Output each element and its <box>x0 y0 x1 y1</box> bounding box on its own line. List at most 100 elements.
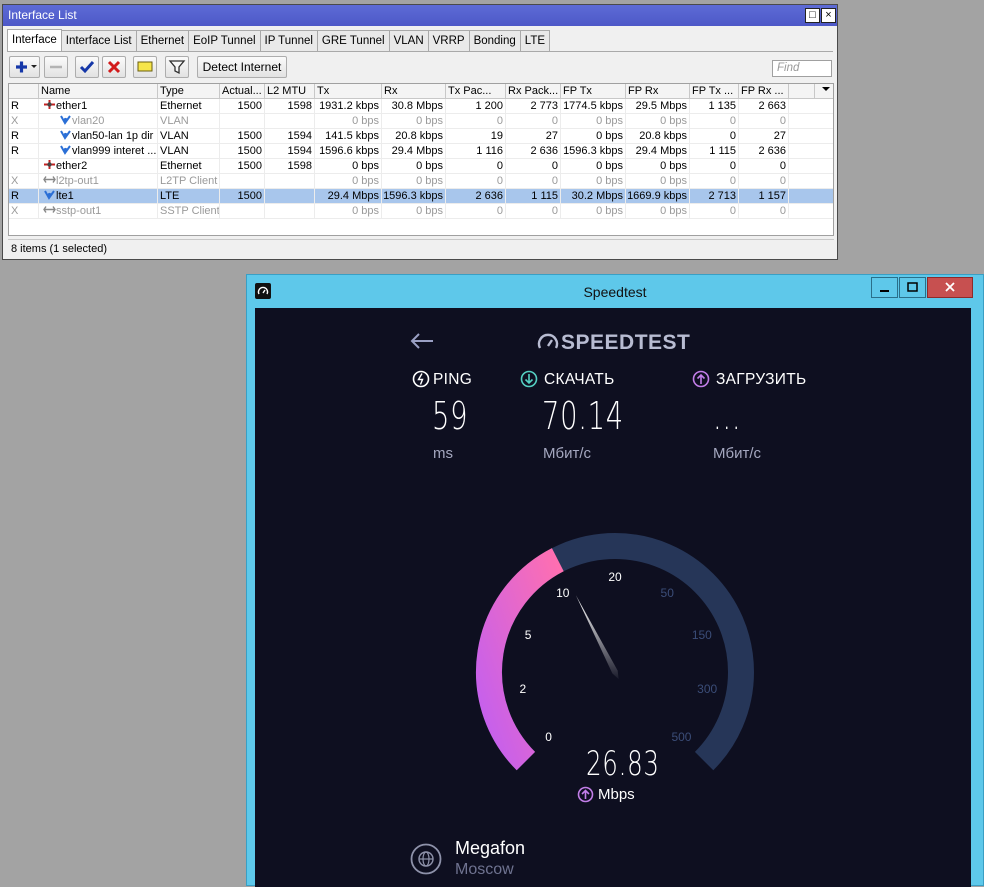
close-button[interactable] <box>927 277 973 298</box>
col-rx-packets[interactable]: Rx Pack... <box>506 84 561 99</box>
col-fp-tx-packets[interactable]: FP Tx ... <box>690 84 739 99</box>
filter-button[interactable] <box>165 56 189 78</box>
cell-fptxp: 0 <box>729 130 736 142</box>
find-input[interactable]: Find <box>772 60 832 77</box>
columns-dropdown-icon[interactable] <box>815 84 833 99</box>
gauge-tick-label: 150 <box>691 628 712 643</box>
column-separator <box>788 99 789 219</box>
col-fp-rx[interactable]: FP Rx <box>626 84 690 99</box>
col-tx-packets[interactable]: Tx Pac... <box>446 84 506 99</box>
speedtest-content: SPEEDTEST PING 59 ms СКАЧАТЬ 70.14 Мбит/… <box>255 308 971 887</box>
table-row[interactable]: Rlte1 LTE 1500 29.4 Mbps 1596.3 kbps 2 636 1 1… <box>9 189 833 204</box>
remove-button[interactable] <box>44 56 68 78</box>
cell-mtu <box>220 174 265 189</box>
column-separator <box>625 99 626 219</box>
table-row[interactable]: Rvlan50-lan 1p dir VLAN 1500 1594 141.5 kbps… <box>9 129 833 144</box>
tab-ethernet[interactable]: Ethernet <box>135 30 190 51</box>
tab-ip-tunnel[interactable]: IP Tunnel <box>259 30 318 51</box>
col-l2-mtu[interactable]: L2 MTU <box>265 84 315 99</box>
cell-fprxp: 0 <box>779 205 786 217</box>
gauge-tick-label: 5 <box>524 628 532 643</box>
vlan-icon <box>59 130 72 142</box>
table-row[interactable]: Xl2tp-out1 L2TP Client 0 bps 0 bps 0 0 0 bps 0 … <box>9 174 833 189</box>
gauge-tick-label: 500 <box>671 730 692 745</box>
current-upload-icon <box>577 786 594 803</box>
tab-gre-tunnel[interactable]: GRE Tunnel <box>316 30 390 51</box>
tab-bar: Interface Interface List Ethernet EoIP Tunn… <box>7 29 551 52</box>
tab-eoip-tunnel[interactable]: EoIP Tunnel <box>188 30 261 51</box>
lte-icon <box>43 190 56 202</box>
table-row[interactable]: Rether1 Ethernet 1500 1598 1931.2 kbps 30.8 M… <box>9 99 833 114</box>
table-row[interactable]: Xvlan20 VLAN 0 bps 0 bps 0 0 0 bps 0 bps 0 0 <box>9 114 833 129</box>
cell-txp: 1 116 <box>476 145 503 157</box>
close-button[interactable]: × <box>821 8 836 23</box>
cell-rxp: 0 <box>551 205 558 217</box>
tab-vrrp[interactable]: VRRP <box>427 30 470 51</box>
maximize-icon <box>907 282 918 292</box>
cell-rx: 0 bps <box>416 205 443 217</box>
disable-button[interactable] <box>102 56 126 78</box>
comment-button[interactable] <box>133 56 157 78</box>
gauge-tick-label: 10 <box>556 585 570 600</box>
cell-txp: 2 636 <box>475 190 503 202</box>
tab-interface[interactable]: Interface <box>7 29 62 52</box>
cell-txp: 0 <box>496 205 503 217</box>
cell-l2mtu: 1594 <box>287 145 312 157</box>
col-type[interactable]: Type <box>158 84 220 99</box>
maximize-button[interactable]: □ <box>805 8 820 23</box>
table-row[interactable]: Rvlan999 interet ... VLAN 1500 1594 1596.6 k… <box>9 144 833 159</box>
cell-type: LTE <box>160 190 180 202</box>
cell-tx: 0 bps <box>352 175 379 187</box>
tab-vlan[interactable]: VLAN <box>388 30 429 51</box>
window-titlebar[interactable]: Interface List <box>3 5 837 26</box>
provider-name: Megafon <box>455 838 526 858</box>
cell-name-text: lte1 <box>56 190 74 202</box>
cell-fptx: 0 bps <box>596 115 623 127</box>
table-row[interactable]: Xsstp-out1 SSTP Client 0 bps 0 bps 0 0 0 bps 0 … <box>9 204 833 219</box>
cell-fprx: 29.4 Mbps <box>635 145 687 157</box>
globe-icon <box>410 843 442 875</box>
tab-lte[interactable]: LTE <box>519 30 551 51</box>
maximize-button[interactable] <box>899 277 926 298</box>
cell-tx: 0 bps <box>352 205 379 217</box>
cell-mtu: 1500 <box>237 130 262 142</box>
col-spacer <box>789 84 815 99</box>
tab-bonding[interactable]: Bonding <box>468 30 521 51</box>
speedtest-app-icon <box>255 283 271 299</box>
cell-rxp: 0 <box>551 175 558 187</box>
column-separator <box>738 99 739 219</box>
cell-fprx: 0 bps <box>660 205 687 217</box>
cell-fptx: 0 bps <box>596 130 623 142</box>
cell-rxp: 2 773 <box>530 100 558 112</box>
col-name[interactable]: Name <box>39 84 158 99</box>
col-fp-rx-packets[interactable]: FP Rx ... <box>739 84 789 99</box>
add-button[interactable] <box>9 56 40 78</box>
provider-city: Moscow <box>455 861 514 878</box>
detect-internet-button[interactable]: Detect Internet <box>197 56 287 78</box>
column-separator <box>560 99 561 219</box>
col-flag[interactable] <box>9 84 39 99</box>
minimize-button[interactable] <box>871 277 898 298</box>
col-rx[interactable]: Rx <box>382 84 446 99</box>
col-actual-mtu[interactable]: Actual... <box>220 84 265 99</box>
interface-table: Name Type Actual... L2 MTU Tx Rx Tx Pac.… <box>8 83 834 236</box>
table-row[interactable]: ether2 Ethernet 1500 1598 0 bps 0 bps 0 0 0 bps 0… <box>9 159 833 174</box>
cell-txp: 0 <box>496 160 503 172</box>
cell-tx: 141.5 kbps <box>325 130 379 142</box>
cell-name: l2tp-out1 <box>39 174 158 189</box>
current-speed-value: 26.83 <box>586 744 660 784</box>
cell-fprxp: 2 636 <box>758 145 786 157</box>
enable-button[interactable] <box>75 56 99 78</box>
cell-rx: 30.8 Mbps <box>391 100 443 112</box>
cell-flag: R <box>11 190 19 202</box>
cell-rxp: 1 115 <box>531 190 558 202</box>
cell-txp: 0 <box>496 115 503 127</box>
tab-interface-list[interactable]: Interface List <box>60 30 137 51</box>
cell-type: VLAN <box>160 115 189 127</box>
cell-name: vlan50-lan 1p dir <box>39 129 158 144</box>
cell-flag: R <box>11 100 19 112</box>
col-fp-tx[interactable]: FP Tx <box>561 84 626 99</box>
col-tx[interactable]: Tx <box>315 84 382 99</box>
cell-l2mtu <box>265 174 315 189</box>
cell-l2mtu: 1594 <box>287 130 312 142</box>
